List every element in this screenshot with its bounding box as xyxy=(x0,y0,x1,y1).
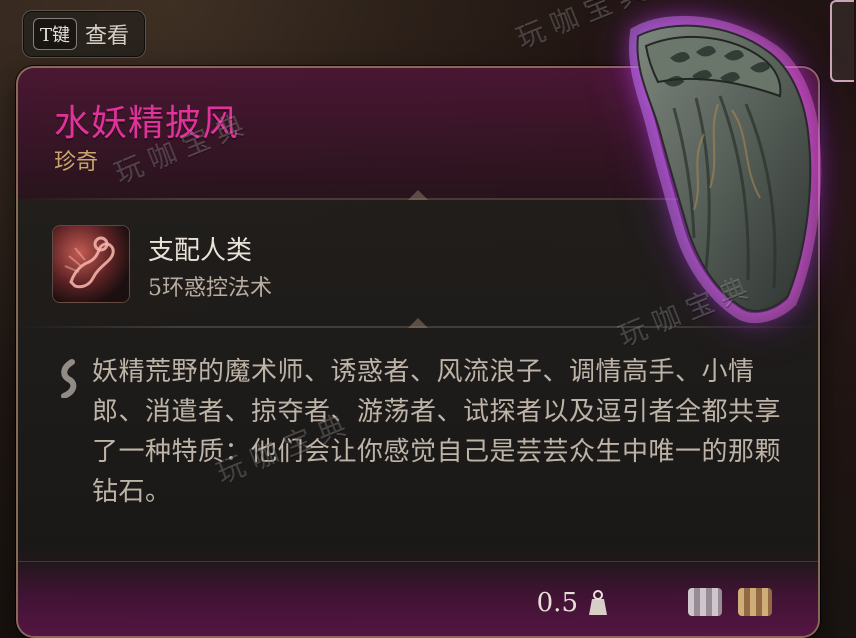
spell-name: 支配人类 xyxy=(148,230,252,267)
quote-mark-icon xyxy=(52,358,82,398)
item-art-cape xyxy=(600,12,826,332)
pixelated-value-2 xyxy=(738,588,772,616)
item-name: 水妖精披风 xyxy=(54,94,239,146)
dominate-person-icon-graphic xyxy=(53,226,129,302)
description-block: 妖精荒野的魔术师、诱惑者、风流浪子、调情高手、小情郎、消遣者、掠夺者、游荡者、试… xyxy=(52,352,792,552)
weight-icon-graphic xyxy=(588,589,608,617)
key-hint[interactable]: T键 查看 xyxy=(22,10,146,58)
weight-display: 0.5 xyxy=(537,588,608,618)
granted-spell-row[interactable]: 支配人类 5环惑控法术 xyxy=(52,220,572,310)
item-rarity: 珍奇 xyxy=(54,144,98,176)
pixelated-value-1 xyxy=(688,588,722,616)
right-edge-slot-frame xyxy=(830,0,854,82)
quote-mark-icon-graphic xyxy=(52,358,82,398)
divider-notch xyxy=(408,190,428,200)
keycap-t: T键 xyxy=(33,18,77,50)
key-hint-label: 查看 xyxy=(85,18,129,50)
spell-subtitle: 5环惑控法术 xyxy=(148,270,272,302)
divider-notch xyxy=(408,318,428,328)
cape-illustration xyxy=(600,12,826,332)
tooltip-footer: 0.5 xyxy=(18,561,818,636)
weight-icon xyxy=(588,589,608,617)
item-description: 妖精荒野的魔术师、诱惑者、风流浪子、调情高手、小情郎、消遣者、掠夺者、游荡者、试… xyxy=(92,352,782,512)
dominate-person-icon xyxy=(52,225,130,303)
weight-value: 0.5 xyxy=(537,588,578,618)
